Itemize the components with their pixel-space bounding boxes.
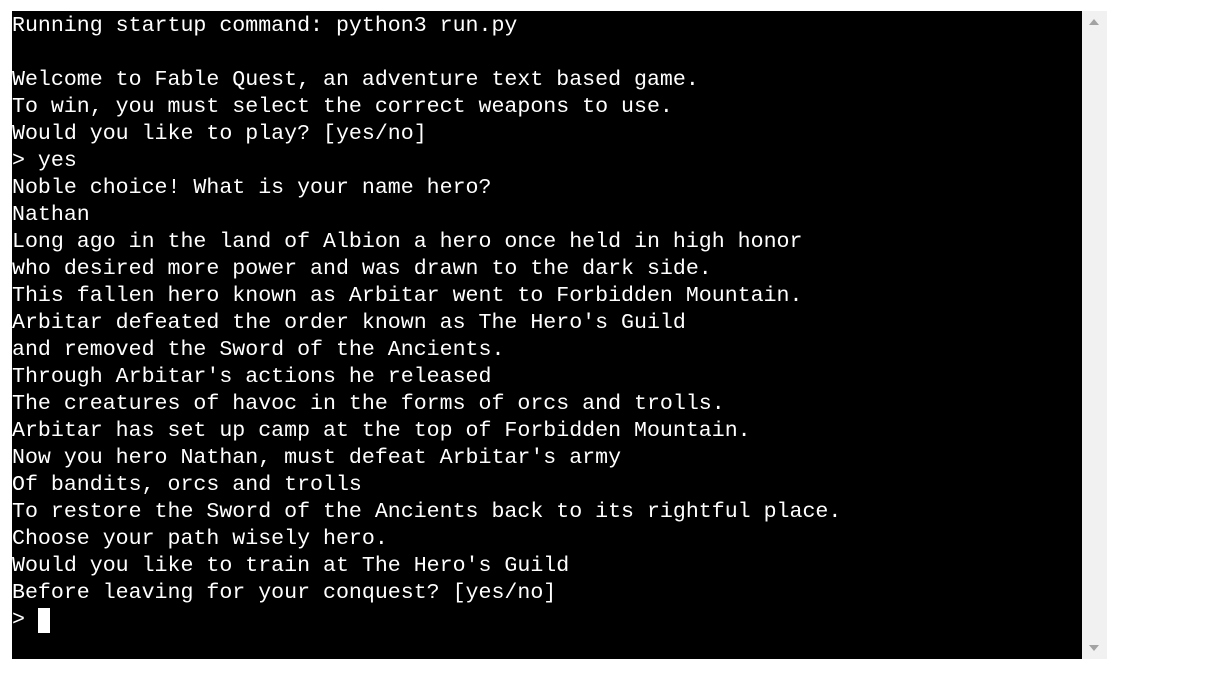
terminal-lines: Running startup command: python3 run.py W… [12, 13, 1082, 634]
terminal-line: Welcome to Fable Quest, an adventure tex… [12, 68, 699, 92]
terminal-line: The creatures of havoc in the forms of o… [12, 392, 725, 416]
scroll-up-icon[interactable] [1089, 19, 1099, 25]
terminal-line: Arbitar defeated the order known as The … [12, 311, 686, 335]
terminal-line: Of bandits, orcs and trolls [12, 473, 362, 497]
terminal-line: Before leaving for your conquest? [yes/n… [12, 581, 557, 605]
vertical-scrollbar[interactable] [1082, 11, 1107, 659]
scroll-down-icon[interactable] [1089, 645, 1099, 651]
terminal-line: This fallen hero known as Arbitar went t… [12, 284, 803, 308]
terminal-line: Now you hero Nathan, must defeat Arbitar… [12, 446, 622, 470]
terminal-line: Through Arbitar's actions he released [12, 365, 492, 389]
terminal-line: Would you like to train at The Hero's Gu… [12, 554, 570, 578]
terminal-line: Choose your path wisely hero. [12, 527, 388, 551]
terminal-window[interactable]: Running startup command: python3 run.py W… [12, 11, 1107, 659]
terminal-line: who desired more power and was drawn to … [12, 257, 712, 281]
terminal-input-line[interactable]: > [12, 607, 1082, 634]
terminal-line: Noble choice! What is your name hero? [12, 176, 492, 200]
terminal-line: Would you like to play? [yes/no] [12, 122, 427, 146]
terminal-line: Arbitar has set up camp at the top of Fo… [12, 419, 751, 443]
terminal-line: > yes [12, 149, 77, 173]
terminal-line: Nathan [12, 203, 90, 227]
text-cursor[interactable] [37, 608, 50, 633]
terminal-line: Long ago in the land of Albion a hero on… [12, 230, 803, 254]
terminal-line: and removed the Sword of the Ancients. [12, 338, 505, 362]
terminal-output[interactable]: Running startup command: python3 run.py W… [12, 11, 1082, 659]
terminal-line: Running startup command: python3 run.py [12, 14, 518, 38]
terminal-line: To restore the Sword of the Ancients bac… [12, 500, 842, 524]
terminal-prompt: > [12, 608, 38, 632]
terminal-line: To win, you must select the correct weap… [12, 95, 673, 119]
